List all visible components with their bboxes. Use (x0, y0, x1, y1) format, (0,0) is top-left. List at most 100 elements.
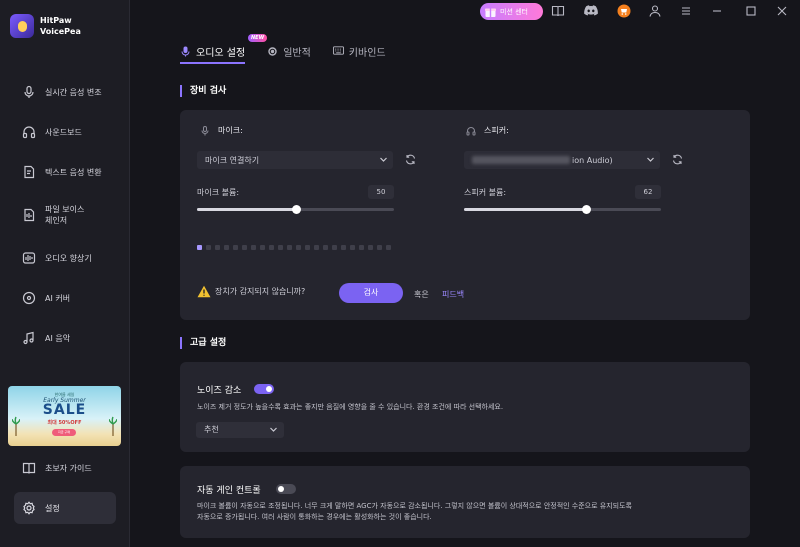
sidebar-item-label: AI 커버 (45, 293, 71, 303)
meter-segment (206, 245, 211, 250)
meter-segment (215, 245, 220, 250)
sidebar-item-label: 초보자 가이드 (45, 463, 92, 473)
brand: HitPaw VoicePea (10, 14, 81, 38)
sidebar-item-audio-enhancer[interactable]: 오디오 향상기 (0, 238, 130, 278)
check-button[interactable]: 검사 (339, 283, 403, 303)
noise-level-value: 추천 (204, 425, 219, 434)
speaker-volume-slider[interactable] (464, 205, 661, 214)
warning-icon (197, 285, 211, 298)
tab-audio-settings[interactable]: 오디오 설정 NEW (180, 34, 268, 64)
sidebar-item-ai-music[interactable]: AI 음악 (0, 318, 130, 358)
meter-segment (197, 245, 202, 250)
meter-segment (278, 245, 283, 250)
speaker-select[interactable]: ion Audio) (464, 151, 660, 169)
mic-icon (200, 125, 210, 136)
sidebar-item-soundboard[interactable]: 사운드보드 (0, 112, 130, 152)
gear-icon (267, 46, 278, 57)
mic-volume-value[interactable]: 50 (368, 185, 394, 199)
meter-segment (377, 245, 382, 250)
tab-label: 오디오 설정 (196, 47, 246, 59)
agc-title: 자동 게인 컨트롤 (197, 486, 261, 496)
meter-segment (323, 245, 328, 250)
speaker-volume-value[interactable]: 62 (635, 185, 661, 199)
meter-segment (296, 245, 301, 250)
meter-segment (287, 245, 292, 250)
sidebar-item-settings[interactable]: 설정 (14, 492, 116, 524)
banner-discount: 최대 50%OFF (47, 420, 82, 426)
banner-buy-button[interactable]: 지금 구매 (52, 429, 76, 436)
mic-select[interactable]: 마이크 연결하기 (197, 151, 393, 169)
banner-title: SALE (42, 402, 87, 418)
sidebar-item-label: 오디오 향상기 (45, 253, 92, 263)
sidebar-item-tts[interactable]: 텍스트 음성 변환 (0, 152, 130, 192)
text-to-speech-icon (22, 165, 36, 179)
agc-description-line2: 자동으로 증가됩니다. 여러 사람이 통화하는 경우에는 활성화하는 것이 좋습… (197, 513, 432, 521)
settings-tabs: 오디오 설정 NEW 일반적 키바인드 (180, 34, 408, 64)
tutorial-book-icon[interactable] (551, 4, 565, 18)
mic-select-value: 마이크 연결하기 (205, 155, 260, 165)
sidebar-item-file-voice[interactable]: 파일 보이스 체인저 (0, 192, 130, 238)
tab-keybind[interactable]: 키바인드 (332, 40, 386, 62)
noise-reduction-title: 노이즈 감소 (197, 386, 242, 396)
mic-volume-slider[interactable] (197, 205, 394, 214)
tab-label: 일반적 (283, 47, 311, 59)
sidebar-item-realtime-voice[interactable]: 실시간 음성 변조 (0, 72, 130, 112)
feedback-link[interactable]: 피드백 (442, 289, 464, 300)
meter-segment (341, 245, 346, 250)
sidebar-item-guide[interactable]: 초보자 가이드 (0, 448, 130, 488)
meter-segment (224, 245, 229, 250)
keyboard-icon (332, 45, 344, 57)
tab-general[interactable]: 일반적 (267, 40, 311, 62)
audio-enhance-icon (22, 251, 36, 265)
ai-music-icon (22, 331, 36, 345)
menu-icon[interactable] (679, 4, 693, 18)
shop-icon[interactable] (617, 4, 631, 18)
slider-fill (197, 208, 296, 211)
slider-fill (464, 208, 587, 211)
sidebar-item-label: 설정 (45, 503, 60, 513)
mission-center-button[interactable]: 미션 센터 (480, 3, 543, 20)
chevron-down-icon (270, 427, 277, 432)
slider-handle[interactable] (291, 205, 301, 214)
sidebar: HitPaw VoicePea 실시간 음성 변조 사운드보드 텍스트 음성 변… (0, 0, 130, 547)
meter-segment (242, 245, 247, 250)
speaker-name-redacted (472, 156, 570, 164)
sidebar-item-label: 텍스트 음성 변환 (45, 167, 102, 177)
advanced-settings-title: 고급 설정 (180, 337, 226, 349)
maximize-icon[interactable] (744, 4, 758, 18)
mic-volume-label: 마이크 볼륨: (197, 188, 240, 197)
noise-reduction-toggle[interactable] (254, 384, 274, 394)
mic-icon (180, 46, 191, 57)
agc-toggle[interactable] (276, 484, 296, 494)
app-name-line1: HitPaw (40, 16, 72, 25)
noise-reduction-description: 노이즈 제거 정도가 높을수록 효과는 좋지만 음질에 영향을 줄 수 있습니다… (197, 403, 504, 411)
mic-label-text: 마이크: (218, 126, 243, 135)
minimize-icon[interactable] (710, 4, 724, 18)
sidebar-item-label: 체인저 (45, 216, 68, 225)
speaker-label: 스피커: (466, 125, 509, 136)
chevron-down-icon (380, 157, 387, 162)
promo-banner[interactable]: 한여름 세일 Early Summer SALE 최대 50%OFF 지금 구매 (8, 386, 121, 446)
audio-level-meter (197, 245, 395, 250)
noise-level-select[interactable]: 추천 (196, 422, 284, 438)
mic-label: 마이크: (200, 125, 243, 136)
book-icon (22, 461, 36, 475)
meter-segment (386, 245, 391, 250)
app-name-line2: VoicePea (40, 27, 81, 36)
title-bar: 미션 센터 (130, 0, 800, 22)
gift-icon (485, 8, 496, 17)
meter-segment (233, 245, 238, 250)
refresh-icon[interactable] (672, 154, 683, 165)
meter-segment (359, 245, 364, 250)
meter-segment (260, 245, 265, 250)
discord-icon[interactable] (584, 4, 598, 18)
sidebar-item-label: 사운드보드 (45, 127, 82, 137)
meter-segment (251, 245, 256, 250)
ai-cover-icon (22, 291, 36, 305)
refresh-icon[interactable] (405, 154, 416, 165)
chevron-down-icon (647, 157, 654, 162)
user-icon[interactable] (648, 4, 662, 18)
speaker-volume-label: 스피커 볼륨: (464, 188, 507, 197)
sidebar-item-ai-cover[interactable]: AI 커버 (0, 278, 130, 318)
close-icon[interactable] (775, 4, 789, 18)
